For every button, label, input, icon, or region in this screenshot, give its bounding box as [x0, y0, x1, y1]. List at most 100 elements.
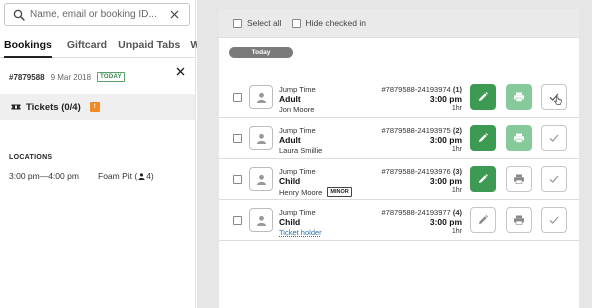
ticket-duration: 1hr [451, 146, 462, 153]
ticket-type: Child [279, 176, 301, 186]
edit-button[interactable] [470, 84, 496, 110]
ticket-row: Jump Time Adult Jon Moore #7879588-24193… [219, 77, 579, 118]
close-icon[interactable] [176, 67, 185, 76]
select-all-checkbox[interactable] [233, 18, 242, 28]
ticket-time: 3:00 pm [429, 217, 462, 227]
ticket-row: Jump Time Child Henry Moore MINOR #78795… [219, 159, 579, 200]
ticket-holder: Laura Smillie [279, 146, 323, 155]
select-all-label: Select all [247, 18, 282, 28]
booking-date: 9 Mar 2018 [50, 72, 92, 82]
checkmark-icon [549, 175, 559, 183]
ticket-time: 3:00 pm [429, 94, 462, 104]
print-button[interactable] [506, 166, 532, 192]
row-checkbox[interactable] [233, 93, 242, 102]
row-checkbox[interactable] [233, 175, 242, 184]
clear-icon[interactable] [169, 9, 180, 20]
tickets-section-header[interactable]: Tickets (0/4) ! [0, 94, 195, 120]
ticket-row: Jump Time Child Ticket holder #7879588-2… [219, 200, 579, 241]
avatar[interactable] [249, 167, 273, 191]
tickets-panel: Select all Hide checked in Today Jump Ti… [197, 0, 592, 308]
search-box[interactable] [4, 3, 190, 26]
tab-unpaid-tabs[interactable]: Unpaid Tabs [118, 32, 180, 58]
person-icon [256, 174, 266, 185]
ticket-duration: 1hr [451, 105, 462, 112]
person-icon [138, 172, 145, 180]
booking-header: #7879588 9 Mar 2018 TODAY [9, 72, 125, 82]
pencil-icon [479, 215, 488, 224]
avatar[interactable] [249, 85, 273, 109]
printer-icon [514, 215, 524, 225]
locations-title: LOCATIONS [9, 154, 53, 161]
edit-button[interactable] [470, 125, 496, 151]
check-in-button[interactable] [541, 207, 567, 233]
location-count: 4) [146, 171, 154, 181]
avatar[interactable] [249, 126, 273, 150]
avatar[interactable] [249, 208, 273, 232]
ticket-holder: Jon Moore [279, 105, 315, 114]
ticket-ref: #7879588-24193975 (2) [381, 126, 462, 135]
location-place: Foam Pit ( 4) [98, 171, 154, 181]
ticket-ref: #7879588-24193977 (4) [381, 208, 462, 217]
hide-checked-in-checkbox[interactable] [291, 18, 301, 28]
check-in-button[interactable] [541, 166, 567, 192]
tab-bookings[interactable]: Bookings [4, 32, 52, 58]
tickets-warning-badge: ! [89, 102, 100, 112]
tickets-card: Select all Hide checked in Today Jump Ti… [219, 9, 579, 308]
ticket-ref: #7879588-24193974 (1) [381, 85, 462, 94]
booking-sidebar: Bookings Giftcard Unpaid Tabs Waiver #78… [0, 0, 224, 308]
date-group-label: Today [229, 47, 293, 58]
ticket-icon [11, 104, 21, 110]
ticket-duration: 1hr [451, 228, 462, 235]
check-in-button[interactable] [541, 84, 567, 110]
tab-giftcard[interactable]: Giftcard [67, 32, 107, 58]
person-icon [256, 92, 266, 103]
location-name: Foam Pit ( [98, 171, 138, 181]
ticket-time: 3:00 pm [429, 176, 462, 186]
holder-name: Henry Moore [279, 187, 323, 197]
ticket-time: 3:00 pm [429, 135, 462, 145]
pencil-icon [479, 133, 488, 142]
ticket-type: Child [279, 217, 301, 227]
booking-id: #7879588 [9, 72, 45, 82]
search-icon [13, 9, 25, 21]
row-checkbox[interactable] [233, 134, 242, 143]
ticket-type: Adult [279, 135, 301, 145]
tickets-label: Tickets (0/4) [26, 101, 81, 113]
pencil-icon [479, 92, 488, 101]
hand-cursor-icon [554, 96, 562, 105]
ticket-duration: 1hr [451, 187, 462, 194]
printer-icon [514, 174, 524, 184]
location-time: 3:00 pm—4:00 pm [9, 171, 79, 181]
check-in-button[interactable] [541, 125, 567, 151]
today-badge: TODAY [97, 72, 125, 82]
person-icon [256, 215, 266, 226]
event-name: Jump Time [279, 208, 316, 217]
hide-checked-in-label: Hide checked in [305, 18, 366, 28]
tickets-toolbar: Select all Hide checked in [219, 9, 579, 38]
edit-button[interactable] [470, 166, 496, 192]
print-button[interactable] [506, 207, 532, 233]
checkmark-icon [549, 134, 559, 142]
ticket-ref: #7879588-24193976 (3) [381, 167, 462, 176]
sidebar-tabs: Bookings Giftcard Unpaid Tabs Waiver [0, 32, 224, 58]
search-input[interactable] [30, 9, 160, 20]
event-name: Jump Time [279, 167, 316, 176]
ticket-holder-link[interactable]: Ticket holder [279, 228, 322, 237]
select-all-control[interactable]: Select all [233, 18, 282, 28]
pencil-icon [479, 174, 488, 183]
checkmark-icon [549, 216, 559, 224]
printer-icon [514, 92, 524, 102]
ticket-holder: Henry Moore MINOR [279, 187, 352, 197]
print-button[interactable] [506, 125, 532, 151]
print-button[interactable] [506, 84, 532, 110]
hide-checked-in-control[interactable]: Hide checked in [291, 18, 366, 28]
edit-button[interactable] [470, 207, 496, 233]
ticket-type: Adult [279, 94, 301, 104]
printer-icon [514, 133, 524, 143]
event-name: Jump Time [279, 85, 316, 94]
row-checkbox[interactable] [233, 216, 242, 225]
ticket-row: Jump Time Adult Laura Smillie #7879588-2… [219, 118, 579, 159]
minor-badge: MINOR [327, 187, 352, 197]
event-name: Jump Time [279, 126, 316, 135]
person-icon [256, 133, 266, 144]
